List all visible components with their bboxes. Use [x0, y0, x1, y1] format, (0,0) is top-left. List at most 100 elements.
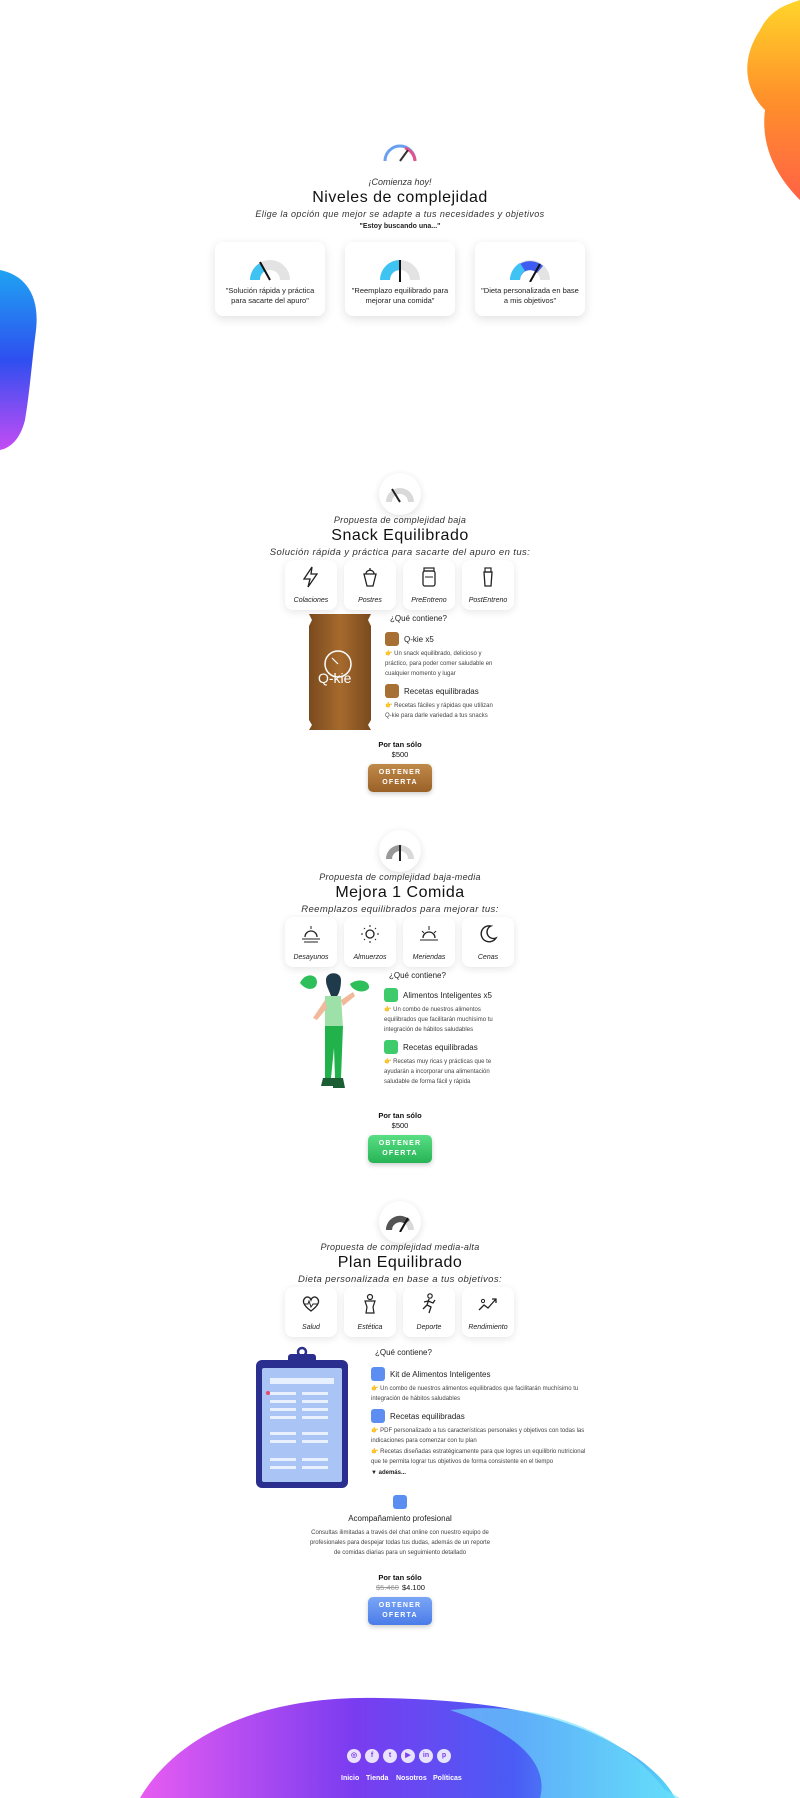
- category-rendimiento[interactable]: Rendimiento: [462, 1287, 514, 1337]
- twitter-icon[interactable]: t: [383, 1749, 397, 1763]
- snack-kicker: Propuesta de complejidad baja: [333, 515, 467, 525]
- recipe-icon: [371, 1409, 385, 1423]
- snack-item-title: Q-kie x5: [404, 635, 434, 644]
- meal-gauge-icon: [379, 830, 421, 872]
- plan-item-title: Recetas equilibradas: [390, 1412, 465, 1421]
- meal-item-desc: 👉 Un combo de nuestros alimentos equilib…: [384, 1007, 493, 1033]
- linkedin-icon[interactable]: in: [419, 1749, 433, 1763]
- lightning-icon: [302, 566, 319, 588]
- plan-description: Dieta personalizada en base a tus objeti…: [297, 1274, 503, 1285]
- sun-icon: [361, 925, 379, 943]
- gauge-medium-icon: [380, 260, 420, 282]
- clipboard-illustration: [256, 1346, 348, 1488]
- meal-item-title: Recetas equilibradas: [403, 1043, 478, 1052]
- pinterest-icon[interactable]: p: [437, 1749, 451, 1763]
- meal-title: Mejora 1 Comida: [335, 884, 465, 901]
- plan-item-desc: 👉 PDF personalizado a tus característica…: [371, 1428, 585, 1444]
- snack-item-desc: 👉 Recetas fáciles y rápidas que utilizan…: [385, 703, 493, 719]
- shaker-bottle-icon: [483, 567, 493, 587]
- meal-contains-heading: ¿Qué contiene?: [389, 971, 446, 980]
- show-more-toggle[interactable]: ▼ además...: [371, 1470, 406, 1476]
- category-preentreno[interactable]: PreEntreno: [403, 560, 455, 610]
- category-postentreno[interactable]: PostEntreno: [462, 560, 514, 610]
- youtube-icon[interactable]: ▶: [401, 1749, 415, 1763]
- snack-description: Solución rápida y práctica para sacarte …: [269, 547, 531, 558]
- plan-offer-button[interactable]: OBTENER OFERTA: [368, 1597, 432, 1625]
- cookie-icon: [385, 632, 399, 646]
- footer-link-politicas[interactable]: Políticas: [433, 1775, 462, 1782]
- snack-price-label: Por tan sólo: [378, 740, 422, 749]
- category-deporte[interactable]: Deporte: [403, 1287, 455, 1337]
- qkie-logo-text: Q-kie: [318, 670, 352, 686]
- sunset-icon: [420, 926, 438, 941]
- looking-for-label: "Estoy buscando una...": [359, 223, 441, 230]
- meal-price: $500: [391, 1121, 409, 1130]
- plan-item-title: Kit de Alimentos Inteligentes: [390, 1370, 491, 1379]
- snack-item-title: Recetas equilibradas: [404, 687, 479, 696]
- decorative-blob-top-right: [747, 0, 800, 200]
- meal-kicker: Propuesta de complejidad baja-media: [319, 872, 481, 882]
- plan-old-price: $5.460: [376, 1583, 399, 1592]
- recipe-icon: [384, 1040, 398, 1054]
- smart-food-icon: [371, 1367, 385, 1381]
- performance-icon: [478, 1298, 497, 1311]
- level-card-high[interactable]: "Dieta personalizada en base a mis objet…: [475, 242, 585, 316]
- supplement-jar-icon: [422, 567, 436, 587]
- category-meriendas[interactable]: Meriendas: [403, 917, 455, 967]
- moon-icon: [480, 925, 498, 943]
- snack-title: Snack Equilibrado: [331, 527, 469, 544]
- recipe-icon: [385, 684, 399, 698]
- gauge-high-icon: [510, 260, 550, 282]
- meal-item-desc: 👉 Recetas muy ricas y prácticas que te a…: [384, 1059, 492, 1085]
- category-estetica[interactable]: Estética: [344, 1287, 396, 1337]
- smart-food-icon: [384, 988, 398, 1002]
- plan-price: $4.100: [402, 1583, 425, 1592]
- footer-link-tienda[interactable]: Tienda: [366, 1775, 388, 1782]
- category-desayunos[interactable]: Desayunos: [285, 917, 337, 967]
- plan-item-desc: 👉 Un combo de nuestros alimentos equilib…: [371, 1386, 579, 1402]
- snack-contains-heading: ¿Qué contiene?: [390, 614, 447, 623]
- facebook-icon[interactable]: f: [365, 1749, 379, 1763]
- footer-link-nosotros[interactable]: Nosotros: [396, 1775, 427, 1782]
- category-salud[interactable]: Salud: [285, 1287, 337, 1337]
- plan-contains-heading: ¿Qué contiene?: [375, 1348, 432, 1357]
- level-card-text: "Reemplazo equilibrado para mejorar una …: [351, 286, 449, 305]
- footer-link-inicio[interactable]: Inicio: [341, 1775, 359, 1782]
- category-postres[interactable]: Postres: [344, 560, 396, 610]
- heart-pulse-icon: [302, 1296, 320, 1312]
- runner-icon: [422, 1293, 436, 1314]
- level-card-text: "Solución rápida y práctica para sacarte…: [225, 286, 315, 305]
- complexity-gauge-icon: [379, 130, 421, 172]
- plan-kicker: Propuesta de complejidad media-alta: [320, 1242, 480, 1252]
- snack-gauge-icon: [379, 473, 421, 515]
- meal-offer-button[interactable]: OBTENER OFERTA: [368, 1135, 432, 1163]
- decorative-blob-left: [0, 270, 37, 450]
- category-colaciones[interactable]: Colaciones: [285, 560, 337, 610]
- plan-price-label: Por tan sólo: [378, 1573, 422, 1582]
- gauge-low-icon: [250, 260, 290, 281]
- body-icon: [364, 1293, 376, 1314]
- woman-illustration: [300, 973, 370, 1088]
- sunrise-icon: [302, 926, 320, 943]
- category-cenas[interactable]: Cenas: [462, 917, 514, 967]
- support-title: Acompañamiento profesional: [348, 1514, 452, 1523]
- snack-price: $500: [391, 750, 409, 759]
- support-description: Consultas ilimitadas a través del chat o…: [309, 1530, 491, 1556]
- level-card-text: "Dieta personalizada en base a mis objet…: [481, 286, 579, 305]
- plan-gauge-icon: [379, 1201, 421, 1243]
- page-title: Niveles de complejidad: [312, 189, 488, 206]
- intro-subtitle: Elige la opción que mejor se adapte a tu…: [255, 209, 545, 219]
- meal-price-label: Por tan sólo: [378, 1111, 422, 1120]
- meal-description: Reemplazos equilibrados para mejorar tus…: [301, 904, 499, 915]
- category-almuerzos[interactable]: Almuerzos: [344, 917, 396, 967]
- intro-kicker: ¡Comienza hoy!: [368, 177, 432, 187]
- dessert-icon: [363, 568, 377, 587]
- plan-item-desc: 👉 Recetas diseñadas estratégicamente par…: [371, 1449, 586, 1465]
- meal-item-title: Alimentos Inteligentes x5: [403, 991, 492, 1000]
- snack-offer-button[interactable]: OBTENER OFERTA: [368, 764, 432, 792]
- plan-title: Plan Equilibrado: [337, 1254, 463, 1271]
- level-card-medium[interactable]: "Reemplazo equilibrado para mejorar una …: [345, 242, 455, 316]
- instagram-icon[interactable]: ◎: [347, 1749, 361, 1763]
- level-card-low[interactable]: "Solución rápida y práctica para sacarte…: [215, 242, 325, 316]
- snack-item-desc: 👉 Un snack equilibrado, delicioso y prác…: [385, 651, 493, 677]
